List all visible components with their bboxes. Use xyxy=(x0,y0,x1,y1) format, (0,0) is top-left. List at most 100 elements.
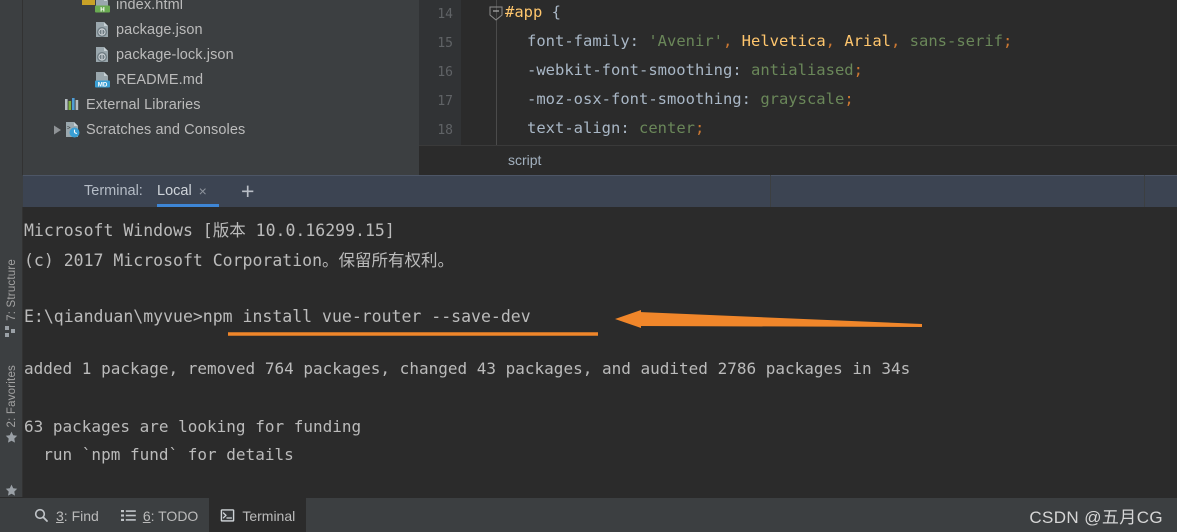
terminal-line: E:\qianduan\myvue>npm install vue-router… xyxy=(24,307,531,326)
terminal-header-panel-mid xyxy=(771,175,1144,207)
top-region: Hindex.html package.json package-lock.json… xyxy=(0,0,1177,175)
code-token: , xyxy=(891,32,901,50)
code-token: ; xyxy=(695,119,705,137)
line-number: 14 xyxy=(437,7,453,22)
todo-list-icon xyxy=(120,508,136,523)
terminal-header-bar: Terminal: Local × + xyxy=(0,175,1177,207)
tool-window-structure[interactable]: 7: Structure xyxy=(0,259,23,338)
line-number: 18 xyxy=(437,123,453,138)
status-bar-item-todo[interactable]: 6: TODO xyxy=(110,498,210,532)
code-token: : xyxy=(629,32,649,50)
status-bar-item-find[interactable]: 3: Find xyxy=(23,498,110,532)
favorites-star-icon[interactable] xyxy=(5,484,18,497)
status-bar: 3: Find 6: TODO Terminal CSDN @五月CG xyxy=(0,484,1177,532)
status-bar-item-label: 6: TODO xyxy=(142,507,199,524)
breadcrumb-script[interactable]: script xyxy=(508,146,541,175)
left-tool-rail-top xyxy=(0,0,23,175)
tree-item-external-libraries[interactable]: External Libraries xyxy=(23,92,419,117)
tree-item-package-lock-json[interactable]: package-lock.json xyxy=(23,42,419,67)
terminal-output[interactable]: Microsoft Windows [版本 10.0.16299.15] (c) … xyxy=(24,207,1177,497)
status-bar-item-label: 3: Find xyxy=(56,507,99,524)
close-icon[interactable]: × xyxy=(199,184,207,198)
tree-item-readme-md[interactable]: MD README.md xyxy=(23,67,419,92)
code-token: text-align xyxy=(527,119,621,137)
code-token: antialiased xyxy=(750,61,854,79)
status-bar-item-terminal[interactable]: Terminal xyxy=(209,498,307,532)
tree-item-label: Scratches and Consoles xyxy=(86,121,246,138)
json-file-icon xyxy=(94,21,111,38)
code-text-area[interactable]: #app {font-family: 'Avenir', Helvetica, … xyxy=(505,0,1177,145)
code-line[interactable]: -webkit-font-smoothing: antialiased; xyxy=(527,56,863,85)
chevron-right-icon[interactable] xyxy=(51,117,64,142)
project-tree-panel[interactable]: Hindex.html package.json package-lock.json… xyxy=(23,0,419,175)
line-number: 17 xyxy=(437,94,453,109)
terminal-icon xyxy=(220,508,235,523)
markdown-file-icon: MD xyxy=(94,71,111,88)
code-token: { xyxy=(551,3,562,21)
tool-window-favorites-label: 2: Favorites xyxy=(5,365,18,428)
terminal-line: 63 packages are looking for funding xyxy=(24,417,362,436)
svg-text:MD: MD xyxy=(98,81,108,88)
star-icon xyxy=(5,431,18,444)
tree-item-label: README.md xyxy=(116,71,204,88)
terminal-header-label: Terminal: xyxy=(84,183,143,199)
code-token: Helvetica xyxy=(732,32,826,50)
code-line[interactable]: font-family: 'Avenir', Helvetica, Arial,… xyxy=(527,27,1012,56)
terminal-line: (c) 2017 Microsoft Corporation。保留所有权利。 xyxy=(24,251,455,270)
code-line[interactable]: text-align: center; xyxy=(527,114,704,143)
search-icon xyxy=(34,508,49,523)
code-token: ; xyxy=(844,90,854,108)
code-token: font-family xyxy=(527,32,630,50)
tree-item-label: package-lock.json xyxy=(116,46,234,63)
line-number: 16 xyxy=(437,65,453,80)
code-token: : xyxy=(620,119,639,137)
code-line[interactable]: -moz-osx-font-smoothing: grayscale; xyxy=(527,85,854,114)
terminal-line: run `npm fund` for details xyxy=(24,445,294,464)
code-token: 'Avenir' xyxy=(648,32,723,50)
code-line[interactable]: #app { xyxy=(505,0,561,27)
code-token: : xyxy=(732,61,751,79)
tree-item-package-json[interactable]: package.json xyxy=(23,17,419,42)
ide-window: Hindex.html package.json package-lock.json… xyxy=(0,0,1177,532)
terminal-tab-local[interactable]: Local × xyxy=(157,175,207,207)
tool-window-favorites[interactable]: 2: Favorites xyxy=(0,365,23,444)
watermark: CSDN @五月CG xyxy=(1029,508,1163,527)
terminal-line: Microsoft Windows [版本 10.0.16299.15] xyxy=(24,221,395,240)
tree-item-label: External Libraries xyxy=(86,96,201,113)
editor-line-number-gutter: 14 15 16 17 18 xyxy=(419,0,461,145)
code-fold-marker-icon[interactable] xyxy=(489,6,503,21)
code-token: ; xyxy=(1003,32,1013,50)
external-libraries-icon xyxy=(64,96,81,113)
json-file-icon xyxy=(94,46,111,63)
terminal-header-panel-right xyxy=(1145,175,1177,207)
code-token: #app xyxy=(505,3,543,21)
tree-item-scratches-and-consoles[interactable]: >_ Scratches and Consoles xyxy=(23,117,419,142)
code-token: -webkit-font-smoothing xyxy=(527,61,733,79)
code-editor[interactable]: 14 15 16 17 18 #app {font-family: 'Avenir', … xyxy=(419,0,1177,175)
code-token: grayscale xyxy=(760,90,845,108)
terminal-line: added 1 package, removed 764 packages, c… xyxy=(24,359,911,378)
status-bar-items: 3: Find 6: TODO Terminal xyxy=(23,498,307,532)
status-bar-item-shortcut: 3 xyxy=(56,507,64,524)
status-bar-item-label: Terminal xyxy=(242,507,296,524)
code-token: , xyxy=(722,32,733,50)
code-token: : xyxy=(741,90,761,108)
add-terminal-tab-button[interactable]: + xyxy=(241,175,254,207)
left-tool-rail-bottom: 7: Structure 2: Favorites xyxy=(0,207,23,497)
tree-item-label: index.html xyxy=(116,0,184,13)
terminal-panel[interactable]: 7: Structure 2: Favorites Microsoft Wind… xyxy=(0,207,1177,497)
tool-window-structure-label: 7: Structure xyxy=(5,259,18,321)
code-token: Arial xyxy=(835,32,891,50)
structure-icon xyxy=(5,325,18,338)
code-token: sans-serif xyxy=(900,32,1003,50)
terminal-tab-label: Local xyxy=(157,183,192,199)
scratches-consoles-icon: >_ xyxy=(64,121,81,138)
status-bar-item-shortcut: 6 xyxy=(142,507,151,524)
status-bar-rail-stub xyxy=(0,484,23,532)
code-fold-rail xyxy=(496,0,497,145)
code-token: -moz-osx-font-smoothing xyxy=(527,90,742,108)
